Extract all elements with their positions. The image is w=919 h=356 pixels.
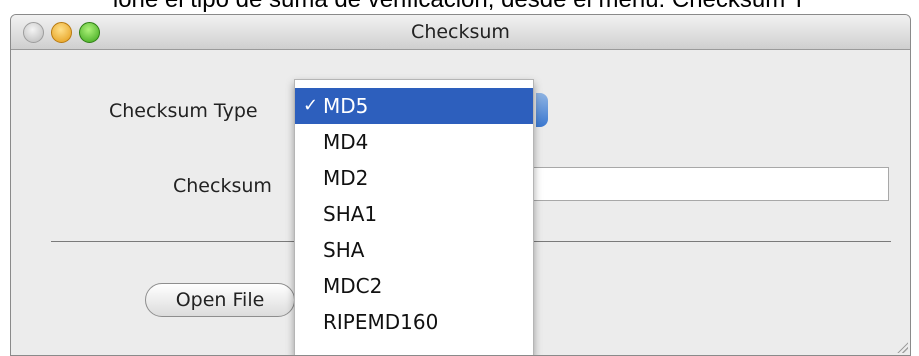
menu-item-label: SHA <box>323 238 365 262</box>
window-title: Checksum <box>411 21 510 43</box>
caption-text: ione el tipo de suma de verificación, de… <box>0 0 919 12</box>
menu-item-mdc2[interactable]: MDC2 <box>295 268 533 304</box>
menu-item-md5[interactable]: ✓ MD5 <box>295 88 533 124</box>
menu-item-md4[interactable]: MD4 <box>295 124 533 160</box>
checksum-label: Checksum <box>173 175 272 197</box>
menu-item-sha[interactable]: SHA <box>295 232 533 268</box>
menu-item-md2[interactable]: MD2 <box>295 160 533 196</box>
checkmark-icon: ✓ <box>303 95 319 116</box>
menu-item-label: SHA1 <box>323 202 378 226</box>
open-file-button[interactable]: Open File <box>145 283 295 317</box>
checksum-window: Checksum Checksum Type Checksum Open Fil… <box>10 14 911 356</box>
menu-item-label: RIPEMD160 <box>323 310 439 334</box>
checksum-type-label: Checksum Type <box>109 100 258 122</box>
menu-item-label: MDC2 <box>323 274 383 298</box>
resize-grip-icon[interactable] <box>896 341 908 353</box>
menu-item-label: MD4 <box>323 130 369 154</box>
menu-item-sha1[interactable]: SHA1 <box>295 196 533 232</box>
menu-item-ripemd160[interactable]: RIPEMD160 <box>295 304 533 340</box>
menu-item-label: MD5 <box>323 94 369 118</box>
title-bar[interactable]: Checksum <box>11 15 910 50</box>
checksum-type-popup-button[interactable] <box>536 93 548 127</box>
checksum-type-menu: ✓ MD5 MD4 MD2 SHA1 SHA MDC2 RIPEMD160 <box>294 79 534 355</box>
menu-item-label: MD2 <box>323 166 369 190</box>
